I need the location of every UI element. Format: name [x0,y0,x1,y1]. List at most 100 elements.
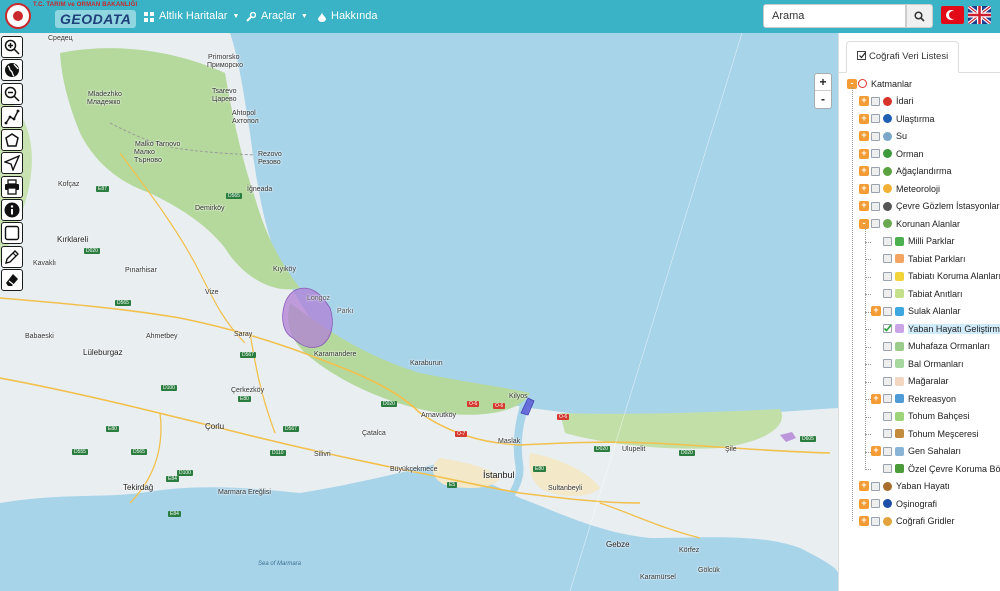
expand-toggle[interactable]: + [859,113,869,124]
nav-about-link[interactable]: Hakkında [318,0,377,33]
layer-checkbox[interactable] [883,446,892,456]
layer-checkbox[interactable] [883,394,892,403]
layer-checkbox[interactable] [871,149,880,158]
layer-checkbox[interactable] [871,201,880,211]
layer-symbol-icon [895,464,904,473]
expand-toggle[interactable]: + [859,481,869,491]
layer-checkbox[interactable] [883,306,892,316]
layer-item[interactable]: Özel Çevre Koruma Bölgeleri [871,460,1000,477]
measure-line-tool[interactable] [1,105,23,128]
layer-item[interactable]: Tohum Meşceresi [871,425,979,442]
road-badge: O-6 [493,403,506,409]
layer-checkbox[interactable] [883,376,892,386]
collapse-toggle[interactable]: - [859,218,869,229]
map-zoom-in-button[interactable]: + [815,74,831,91]
layer-checkbox[interactable] [883,271,892,281]
layer-item[interactable]: - Korunan Alanlar [859,215,960,232]
erase-tool[interactable] [1,268,23,291]
layer-checkbox[interactable] [871,516,880,526]
layer-item[interactable]: + Rekreasyon [871,390,956,407]
layer-item[interactable]: + Gen Sahaları [871,443,961,460]
road-badge: D020 [84,248,100,254]
map-label: Kavaklı [33,260,56,267]
layer-item[interactable]: Tabiatı Koruma Alanları [871,268,1000,285]
layer-item[interactable]: + Oşinografi [859,495,937,512]
layer-item[interactable]: + Coğrafi Gridler [859,513,955,530]
expand-toggle[interactable]: + [859,201,869,211]
expand-toggle[interactable]: + [871,393,881,404]
layer-item[interactable]: + Ağaçlandırma [859,163,952,180]
layer-item[interactable]: + Yaban Hayatı [859,478,950,495]
layer-root[interactable]: - Katmanlar [847,75,912,92]
print-tool[interactable] [1,175,23,198]
layer-checkbox[interactable] [871,96,880,106]
layer-item[interactable]: Tohum Bahçesi [871,408,970,425]
ministry-emblem-icon [5,3,31,29]
expand-toggle[interactable]: + [859,183,869,194]
layer-checkbox[interactable] [871,481,880,491]
layer-item[interactable]: Bal Ormanları [871,355,964,372]
ministry-logo[interactable]: T.C. TARIM ve ORMAN BAKANLIĞI GEODATA [3,1,137,32]
select-box-tool[interactable] [1,222,23,245]
measure-area-tool[interactable] [1,129,23,152]
layer-checkbox[interactable] [883,341,892,351]
turkish-flag-icon[interactable] [941,6,964,24]
map-label: Rezovo [258,151,282,158]
layer-item[interactable]: Milli Parklar [871,233,955,250]
layer-item[interactable]: + Çevre Gözlem İstasyonları [859,198,1000,215]
tab-geodata-list[interactable]: Coğrafi Veri Listesi [846,41,960,73]
layer-item[interactable]: + Sulak Alanlar [871,303,961,320]
expand-toggle[interactable]: + [859,131,869,141]
expand-toggle[interactable]: + [859,96,869,106]
layer-item[interactable]: Yaban Hayatı Geliştirme Sahaları [871,320,1000,337]
layer-item[interactable]: + İdari [859,93,914,110]
expand-toggle[interactable]: + [871,446,881,456]
zoom-out-tool[interactable] [1,82,23,105]
layer-checkbox[interactable] [883,429,892,438]
map-label: Kofçaz [58,181,80,188]
layer-checkbox[interactable] [883,464,892,473]
zoom-in-tool[interactable] [1,36,23,58]
layer-checkbox[interactable] [871,131,880,141]
layer-checkbox[interactable] [871,166,880,176]
expand-toggle[interactable]: + [859,516,869,526]
expand-toggle[interactable]: + [859,498,869,509]
layer-item[interactable]: Tabiat Anıtları [871,285,963,302]
layer-item[interactable]: Mağaralar [871,373,949,390]
layer-item[interactable]: + Ulaştırma [859,110,935,127]
layer-item[interactable]: + Su [859,128,907,145]
layer-item[interactable]: Muhafaza Ormanları [871,338,990,355]
map-zoom-out-button[interactable]: - [815,91,831,108]
layer-checkbox[interactable] [883,254,892,263]
layer-item[interactable]: + Orman [859,145,924,162]
layer-item[interactable]: Tabiat Parkları [871,250,966,267]
search-button[interactable] [906,4,933,28]
layer-checkbox[interactable] [883,324,892,333]
info-tool[interactable] [1,199,23,222]
layer-checkbox[interactable] [871,184,880,193]
checkbox-square-icon [857,51,866,60]
measure-line-icon [4,109,20,125]
layer-item[interactable]: + Meteoroloji [859,180,940,197]
navigate-tool[interactable] [1,152,23,175]
layer-label: Su [896,131,908,141]
english-flag-icon[interactable] [968,6,991,24]
expand-toggle[interactable]: + [871,306,881,316]
layer-checkbox[interactable] [871,114,880,123]
full-extent-tool[interactable] [1,59,23,82]
layer-checkbox[interactable] [883,411,892,421]
layer-checkbox[interactable] [883,236,892,246]
nav-tools-dropdown[interactable]: Araçlar ▼ [246,0,308,33]
layer-checkbox[interactable] [883,289,892,298]
layer-checkbox[interactable] [883,359,892,368]
draw-tool[interactable] [1,245,23,268]
expand-toggle[interactable]: + [859,148,869,159]
layer-checkbox[interactable] [871,499,880,508]
nav-basemaps-dropdown[interactable]: Altlık Haritalar ▼ [144,0,239,33]
road-badge: D100 [177,470,193,476]
layer-symbol-icon [883,184,892,193]
map-view[interactable]: Средец Primorsko Приморско Mladezhko Мла… [0,33,838,591]
search-input[interactable] [763,4,906,28]
layer-checkbox[interactable] [871,219,880,228]
expand-toggle[interactable]: + [859,166,869,176]
